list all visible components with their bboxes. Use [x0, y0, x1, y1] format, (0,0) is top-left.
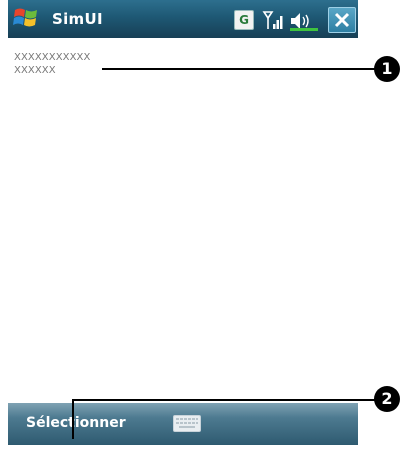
menu-bar: Sélectionner [8, 403, 358, 445]
close-button[interactable] [328, 7, 356, 33]
signal-icon[interactable] [261, 8, 285, 32]
windows-logo-icon[interactable] [12, 4, 40, 32]
app-title: SimUI [52, 10, 103, 28]
speaker-icon[interactable] [288, 10, 320, 32]
callout-2-badge: 2 [374, 386, 400, 412]
callout-1-line [102, 68, 376, 70]
sim-info-line-1: XXXXXXXXXXX [14, 52, 91, 63]
title-bar: SimUI G [8, 0, 358, 38]
close-icon [334, 12, 350, 28]
sim-info-line-2: XXXXXX [14, 65, 56, 76]
content-area: XXXXXXXXXXX XXXXXX [8, 38, 358, 403]
callout-2-vline [72, 399, 74, 439]
callout-1-badge: 1 [374, 56, 400, 82]
keyboard-icon[interactable] [173, 415, 201, 432]
g-indicator-icon[interactable]: G [234, 10, 254, 30]
select-softkey[interactable]: Sélectionner [26, 415, 126, 431]
device-screen: SimUI G XXXXXXXXXXX XXXXXX Sélectionner [8, 0, 358, 473]
callout-2-line [72, 399, 376, 401]
